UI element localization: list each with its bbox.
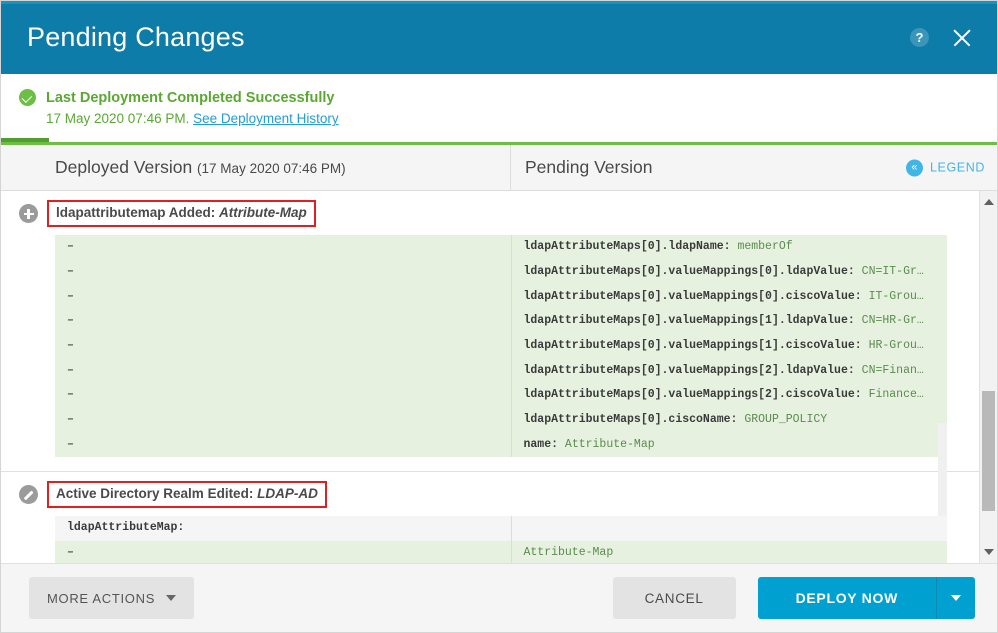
more-actions-button[interactable]: MORE ACTIONS [29, 577, 195, 619]
deployment-status-sub: 17 May 2020 07:46 PM. See Deployment His… [46, 109, 339, 130]
pending-value: Finance… [868, 388, 924, 402]
deployed-cell: – [67, 289, 74, 303]
pending-value: HR-Grou… [868, 339, 924, 353]
chevron-down-icon [166, 595, 177, 601]
pending-key: name: [523, 437, 559, 451]
deployed-cell: – [67, 388, 74, 402]
diff-table: – ldapAttributeMaps[0].ldapName: memberO… [55, 235, 947, 458]
change-section-title: Active Directory Realm Edited: [56, 486, 258, 502]
check-circle-icon [19, 89, 36, 106]
pending-key: ldapAttributeMaps[0].ldapName: [523, 240, 731, 254]
pending-key: ldapAttributeMaps[0].valueMappings[0].ci… [523, 289, 862, 303]
pending-value: CN=HR-Gr… [861, 314, 924, 328]
deployed-cell: – [67, 546, 74, 560]
pending-key: ldapAttributeMaps[0].valueMappings[2].ci… [523, 388, 862, 402]
pending-value: IT-Grou… [868, 289, 924, 303]
deployed-cell: – [67, 314, 74, 328]
deployed-version-date: (17 May 2020 07:46 PM) [197, 161, 346, 177]
pending-key: ldapAttributeMaps[0].valueMappings[1].ci… [523, 339, 862, 353]
page-title: Pending Changes [27, 22, 245, 52]
pending-key: ldapAttributeMaps[0].valueMappings[1].ld… [523, 314, 855, 328]
help-icon[interactable]: ? [910, 28, 929, 47]
legend-toggle[interactable]: « LEGEND [905, 159, 985, 177]
deploy-now-button[interactable]: DEPLOY NOW [757, 577, 937, 619]
diff-table: ldapAttributeMap: – Attribute-Map [55, 516, 947, 563]
change-section: Active Directory Realm Edited: LDAP-AD l… [1, 472, 979, 563]
table-row: – name: Attribute-Map [55, 432, 947, 458]
pending-key: ldapAttributeMaps[0].ciscoName: [523, 413, 738, 427]
pencil-circle-icon[interactable] [19, 485, 38, 505]
dialog-titlebar: Pending Changes ? [1, 1, 997, 74]
pending-value: CN=Finan… [861, 363, 924, 377]
pending-changes-dialog: Pending Changes ? Last Deployment Comple… [0, 0, 998, 633]
deployment-status-text: Last Deployment Completed Successfully 1… [46, 87, 339, 130]
table-row: ldapAttributeMap: [55, 516, 947, 542]
pending-value: CN=IT-Gr… [861, 265, 924, 279]
change-section-header: ldapattributemap Added: Attribute-Map [1, 191, 979, 235]
diff-column-headers: Deployed Version (17 May 2020 07:46 PM) … [1, 145, 997, 192]
deployed-version-label: Deployed Version [55, 157, 193, 178]
deploy-button-group: DEPLOY NOW [757, 577, 975, 619]
change-section-object: LDAP-AD [257, 486, 318, 502]
scroll-down-arrow-icon[interactable] [983, 549, 994, 555]
change-section-object: Attribute-Map [219, 205, 307, 221]
table-row: – ldapAttributeMaps[0].valueMappings[0].… [55, 260, 947, 285]
deployed-cell: – [67, 339, 74, 353]
table-row: – ldapAttributeMaps[0].valueMappings[2].… [55, 358, 947, 384]
chevron-down-icon [951, 595, 961, 601]
change-section-title: ldapattributemap Added: [56, 205, 220, 221]
table-row: – ldapAttributeMaps[0].valueMappings[1].… [55, 334, 947, 359]
see-deployment-history-link[interactable]: See Deployment History [193, 111, 339, 126]
pending-value: memberOf [737, 240, 793, 254]
titlebar-actions: ? [910, 25, 975, 51]
deployed-cell: – [67, 240, 74, 254]
diff-scroll-area: ldapattributemap Added: Attribute-Map – … [1, 191, 979, 563]
diff-body: ldapattributemap Added: Attribute-Map – … [1, 191, 997, 563]
table-row: – ldapAttributeMaps[0].valueMappings[0].… [55, 284, 947, 310]
table-row: – Attribute-Map [55, 541, 947, 563]
change-section: ldapattributemap Added: Attribute-Map – … [1, 191, 979, 563]
table-row: – ldapAttributeMaps[0].ldapName: memberO… [55, 235, 947, 261]
pending-key: ldapAttributeMaps[0].valueMappings[2].ld… [523, 363, 855, 377]
change-section-title-box: Active Directory Realm Edited: LDAP-AD [47, 481, 327, 509]
pending-key: ldapAttributeMaps[0].valueMappings[0].ld… [523, 265, 855, 279]
close-icon[interactable] [949, 25, 975, 51]
legend-label: LEGEND [929, 160, 985, 175]
pending-value: Attribute-Map [564, 437, 655, 451]
deploy-options-button[interactable] [937, 577, 975, 619]
scroll-up-arrow-icon[interactable] [983, 199, 994, 206]
dialog-footer: MORE ACTIONS CANCEL DEPLOY NOW [1, 563, 997, 632]
change-section-header: Active Directory Realm Edited: LDAP-AD [1, 472, 979, 516]
deployed-version-header: Deployed Version (17 May 2020 07:46 PM) [1, 145, 511, 191]
diff-rows: – ldapAttributeMaps[0].ldapName: memberO… [55, 235, 947, 458]
more-actions-label: MORE ACTIONS [47, 590, 156, 606]
deployed-cell: – [67, 413, 74, 427]
deployed-cell: – [67, 363, 74, 377]
section-spacer [1, 457, 979, 472]
table-row: – ldapAttributeMaps[0].valueMappings[2].… [55, 383, 947, 409]
scrollbar-vertical[interactable] [979, 191, 997, 563]
banner-accent-tab [1, 138, 49, 143]
plus-circle-icon[interactable] [19, 204, 38, 224]
deployment-status-banner: Last Deployment Completed Successfully 1… [1, 74, 997, 143]
change-section-title-box: ldapattributemap Added: Attribute-Map [47, 200, 316, 228]
deployed-cell: ldapAttributeMap: [67, 521, 185, 535]
deployment-timestamp: 17 May 2020 07:46 PM. [46, 111, 190, 127]
deployed-cell: – [67, 265, 74, 279]
deployed-cell: – [67, 437, 74, 451]
pending-version-label: Pending Version [525, 157, 653, 178]
pending-value: GROUP_POLICY [744, 413, 828, 427]
table-row: – ldapAttributeMaps[0].ciscoName: GROUP_… [55, 408, 947, 433]
diff-rows: ldapAttributeMap: – Attribute-Map [55, 516, 947, 563]
scrollbar-thumb[interactable] [982, 391, 995, 512]
deployment-status-title: Last Deployment Completed Successfully [46, 90, 335, 106]
pending-value: Attribute-Map [523, 546, 614, 560]
table-row: – ldapAttributeMaps[0].valueMappings[1].… [55, 309, 947, 335]
double-chevron-left-icon: « [905, 159, 923, 177]
cancel-button[interactable]: CANCEL [612, 577, 736, 619]
